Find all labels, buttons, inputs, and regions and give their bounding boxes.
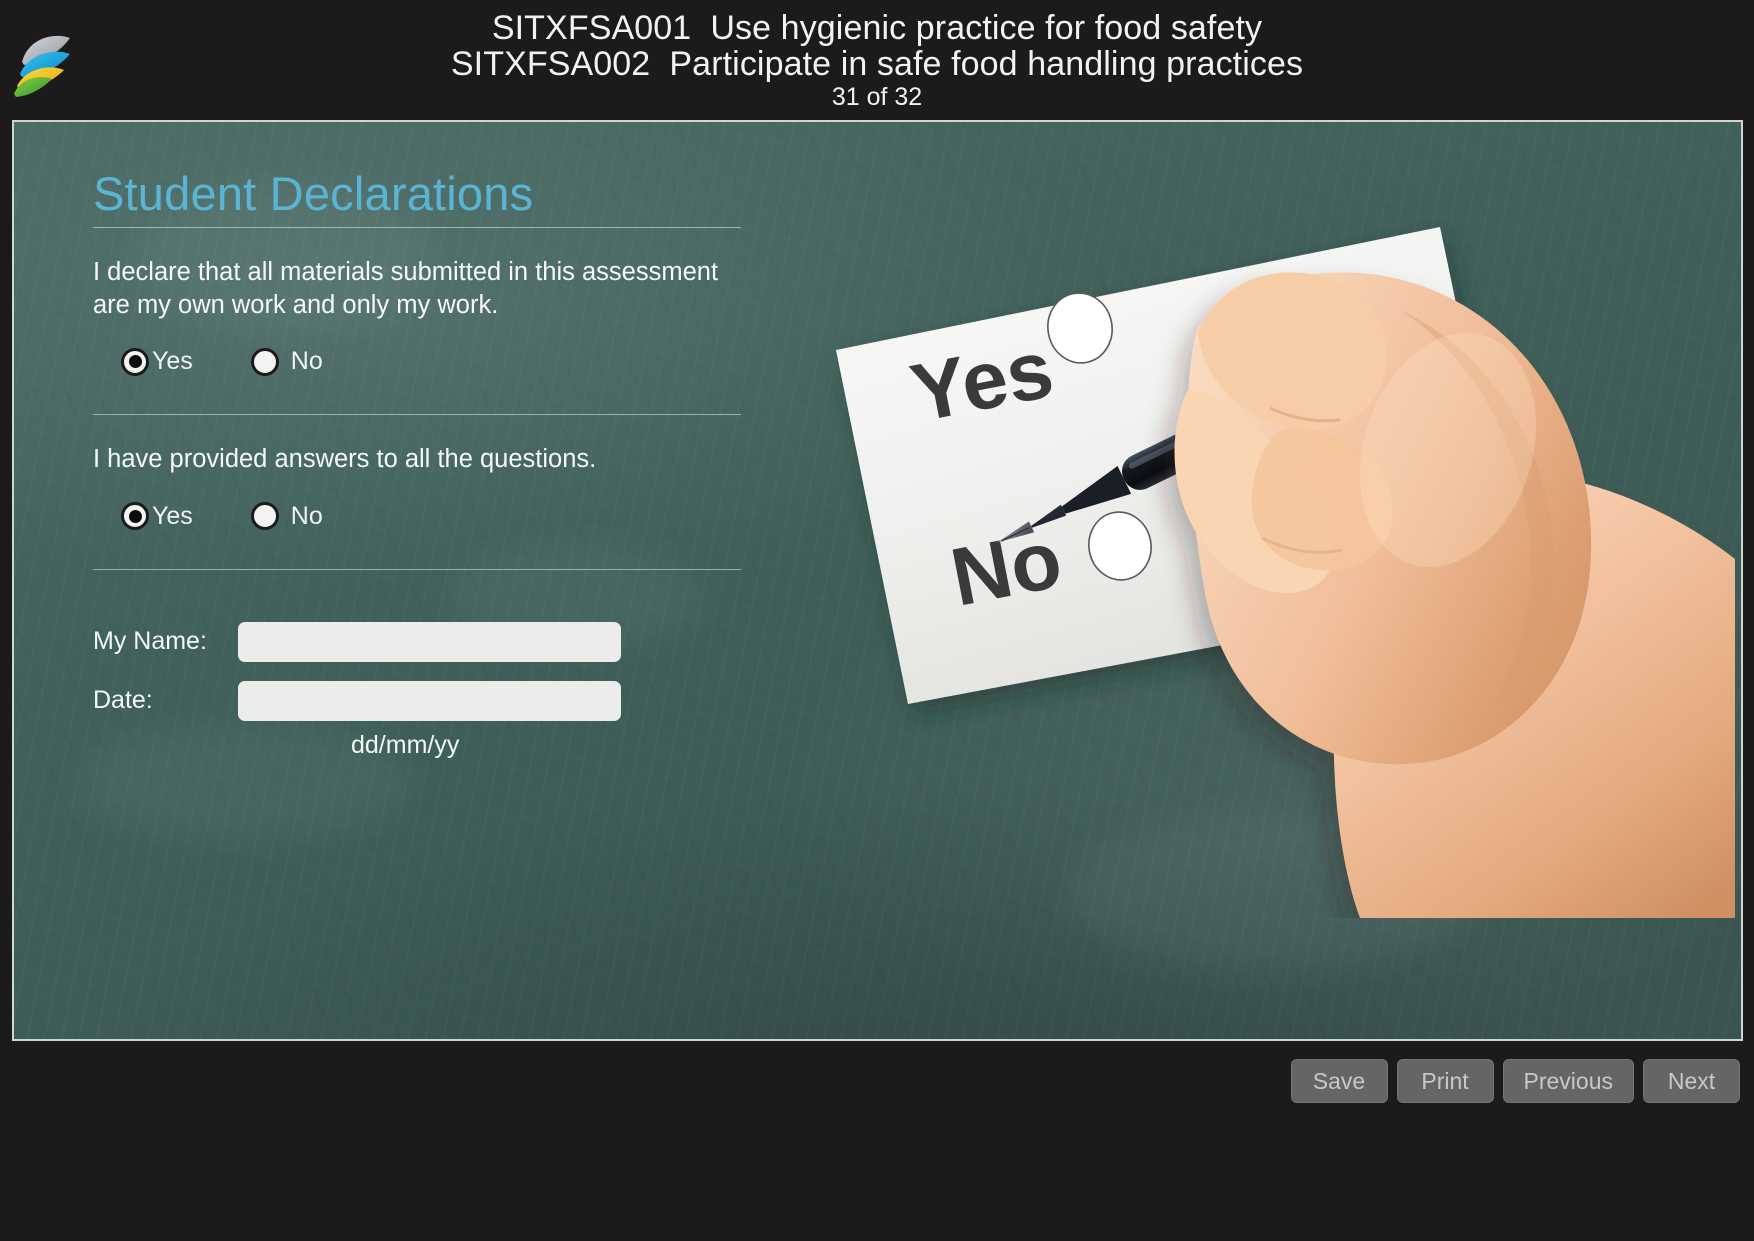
declaration-question-2: I have provided answers to all the quest…: [93, 445, 597, 474]
declaration-2-no-option[interactable]: No: [250, 501, 323, 531]
page-counter: 31 of 32: [831, 83, 923, 112]
declaration-2-yes-label: Yes: [152, 501, 193, 530]
print-button[interactable]: Print: [1396, 1059, 1494, 1103]
save-button[interactable]: Save: [1290, 1059, 1388, 1103]
name-field-label: My Name:: [93, 627, 207, 656]
date-input[interactable]: [238, 680, 621, 721]
date-field-label: Date:: [93, 686, 153, 715]
name-input[interactable]: [238, 621, 621, 662]
app-footer: Save Print Previous Next: [0, 1046, 1754, 1241]
declaration-2-no-radio[interactable]: [250, 502, 279, 531]
date-format-hint: dd/mm/yy: [351, 730, 460, 759]
declaration-1-no-radio[interactable]: [250, 347, 279, 376]
unit-title-line-1: SITXFSA001 Use hygienic practice for foo…: [491, 9, 1263, 47]
navigation-button-bar: Save Print Previous Next: [1290, 1059, 1740, 1103]
declaration-2-yes-radio[interactable]: [121, 502, 149, 531]
declaration-1-yes-label: Yes: [152, 347, 193, 376]
declaration-2-radio-row: Yes No: [93, 502, 853, 531]
app-header: SITXFSA001 Use hygienic practice for foo…: [0, 0, 1754, 130]
declaration-2-no-label: No: [290, 501, 323, 530]
declaration-1-yes-option[interactable]: Yes: [121, 347, 193, 376]
previous-button[interactable]: Previous: [1502, 1059, 1634, 1103]
date-field-row: Date:: [93, 680, 853, 721]
next-button[interactable]: Next: [1643, 1059, 1740, 1103]
hand-with-pen-marking-yes-no-form-image: Yes No: [800, 150, 1735, 918]
declaration-1-yes-radio[interactable]: [121, 347, 149, 376]
page-title: Student Declarations: [93, 167, 534, 220]
assessment-page: SITXFSA001 Use hygienic practice for foo…: [0, 0, 1754, 1241]
declaration-1-radio-row: Yes No: [93, 347, 853, 376]
name-field-row: My Name:: [93, 621, 853, 662]
declaration-form: Student Declarations I declare that all …: [93, 170, 853, 760]
header-title-block: SITXFSA001 Use hygienic practice for foo…: [0, 10, 1754, 111]
declaration-question-1: I declare that all materials submitted i…: [93, 258, 719, 319]
declaration-2-yes-option[interactable]: Yes: [121, 502, 193, 531]
declaration-1-no-label: No: [290, 347, 323, 376]
declaration-1-no-option[interactable]: No: [250, 347, 323, 376]
unit-title-line-2: SITXFSA002 Participate in safe food hand…: [450, 45, 1304, 84]
